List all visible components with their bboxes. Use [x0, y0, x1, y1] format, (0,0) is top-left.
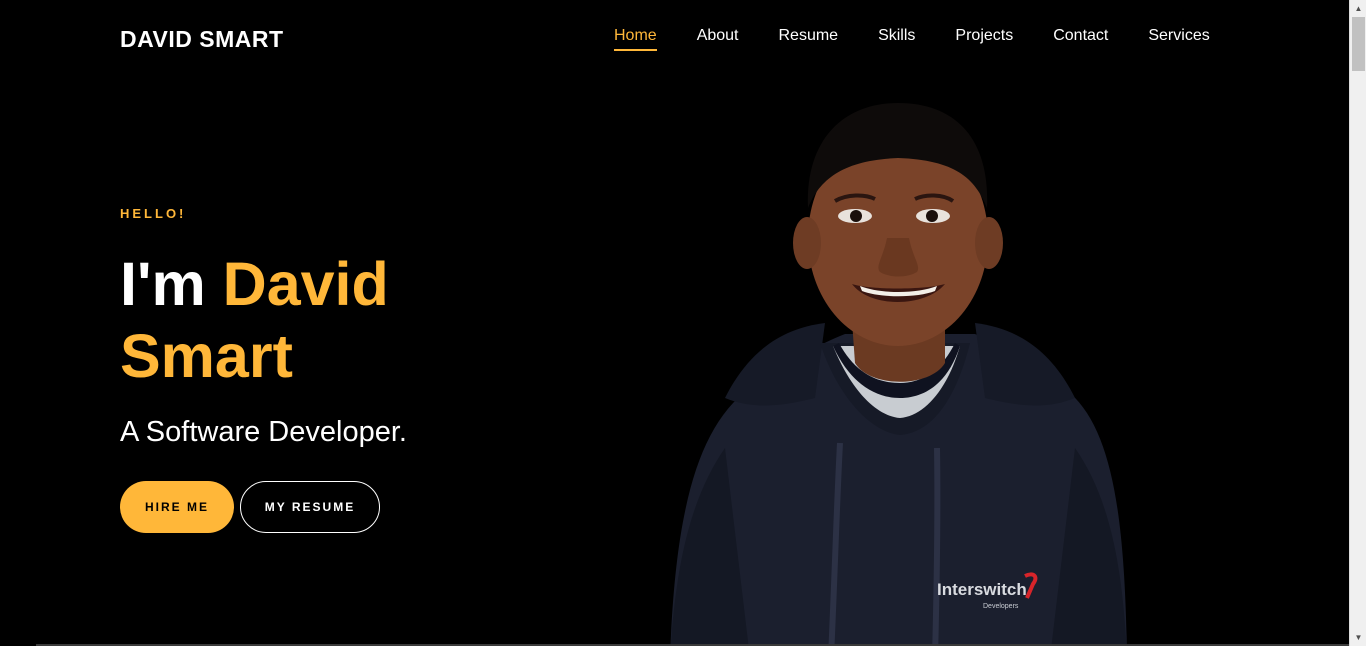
nav-item-about[interactable]: About — [697, 27, 739, 51]
page-viewport: DAVID SMART Home About Resume Skills Pro… — [0, 0, 1349, 646]
my-resume-button[interactable]: MY RESUME — [240, 481, 380, 533]
shirt-logo-text: Interswitch — [937, 580, 1027, 599]
chevron-up-icon[interactable]: ▲ — [1350, 0, 1366, 17]
shirt-logo-subtext: Developers — [983, 603, 1019, 610]
main-nav: Home About Resume Skills Projects Contac… — [614, 27, 1210, 51]
nav-item-contact[interactable]: Contact — [1053, 27, 1108, 51]
nav-item-home[interactable]: Home — [614, 27, 657, 51]
brand-logo[interactable]: DAVID SMART — [120, 26, 284, 53]
hire-me-button[interactable]: HIRE ME — [120, 481, 234, 533]
nav-item-resume[interactable]: Resume — [779, 27, 839, 51]
vertical-scrollbar[interactable]: ▲ ▼ — [1349, 0, 1366, 646]
hero-headline: I'm David Smart — [120, 248, 540, 392]
hero-greeting: HELLO! — [120, 206, 187, 221]
chevron-down-icon[interactable]: ▼ — [1350, 629, 1366, 646]
nav-item-skills[interactable]: Skills — [878, 27, 915, 51]
scrollbar-thumb[interactable] — [1352, 17, 1365, 71]
nav-item-services[interactable]: Services — [1148, 27, 1209, 51]
hero-subtitle: A Software Developer. — [120, 416, 407, 448]
hero-portrait-image: Interswitch Developers — [670, 103, 1127, 646]
nav-item-projects[interactable]: Projects — [955, 27, 1013, 51]
headline-prefix: I'm — [120, 250, 206, 318]
